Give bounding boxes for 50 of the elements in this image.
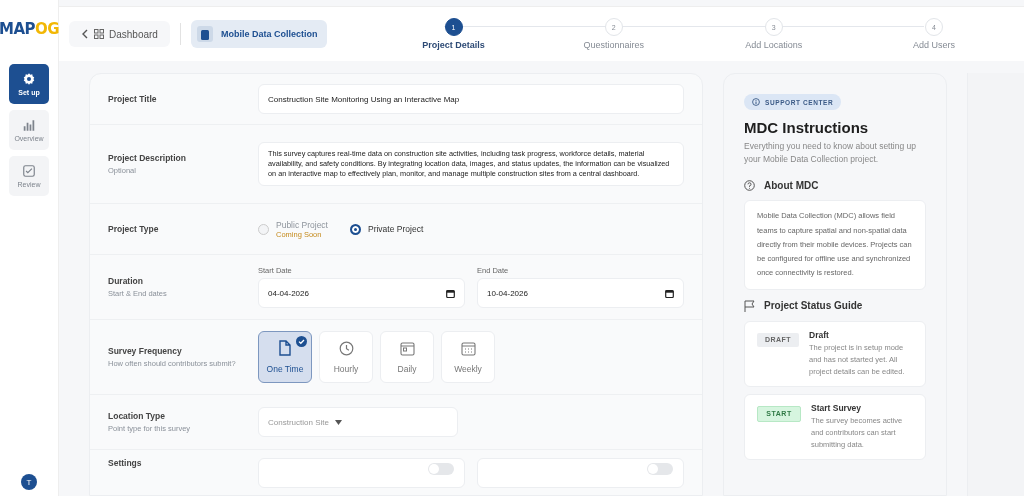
- frequency-option[interactable]: Weekly: [441, 331, 495, 383]
- field-label: Settings: [108, 458, 143, 468]
- section-heading: Project Status Guide: [764, 300, 863, 312]
- date-field[interactable]: 10-04-2026: [477, 278, 684, 308]
- radio-button[interactable]: [349, 223, 361, 235]
- clock-icon: [338, 340, 354, 356]
- calendar-icon: [399, 340, 415, 356]
- gear-icon: [22, 72, 36, 86]
- step-label[interactable]: Questionnaires: [583, 40, 644, 50]
- step-label[interactable]: Add Locations: [745, 40, 803, 50]
- field-label: Project Type: [108, 224, 160, 234]
- logo: MAPOG: [0, 20, 60, 38]
- step-label[interactable]: Add Users: [912, 40, 955, 50]
- status-title: Draft: [809, 329, 830, 340]
- module-tab[interactable]: Mobile Data Collection: [190, 20, 328, 48]
- field-label: Survey Frequency: [108, 346, 183, 356]
- date-field[interactable]: 04-04-2026: [258, 278, 465, 308]
- status-title: Start Survey: [811, 402, 863, 413]
- dashboard-link[interactable]: Dashboard: [69, 21, 170, 47]
- bar-chart-icon: [22, 118, 36, 132]
- info-icon: [752, 98, 760, 106]
- frequency-option[interactable]: Hourly: [319, 331, 373, 383]
- grid-icon: [94, 29, 104, 39]
- document-icon: [278, 340, 292, 356]
- project-title-field[interactable]: Construction Site Monitoring Using an Interactive Map: [258, 84, 684, 114]
- panel-title: MDC Instructions: [744, 119, 870, 136]
- toggle-switch[interactable]: [647, 463, 673, 475]
- frequency-option[interactable]: One Time: [258, 331, 312, 383]
- field-label: Duration: [108, 276, 144, 286]
- calendar-icon: [460, 340, 476, 356]
- clipboard-icon: [200, 28, 209, 40]
- frequency-option[interactable]: Daily: [380, 331, 434, 383]
- checkbox-icon: [22, 164, 36, 178]
- help-circle-icon: [744, 180, 755, 192]
- field-label: Project Description: [108, 153, 187, 163]
- flag-icon: [744, 299, 755, 312]
- calendar-icon: [665, 288, 674, 298]
- user-avatar[interactable]: T: [21, 474, 37, 490]
- radio-option[interactable]: Private Project: [349, 223, 424, 235]
- field-label: Project Title: [108, 94, 158, 104]
- check-badge-icon: [296, 336, 307, 347]
- step-label[interactable]: Project Details: [422, 40, 485, 50]
- caret-down-icon: [334, 419, 342, 425]
- panel-subtitle: Everything you need to know about setting up your Mobile Data Collection project.: [744, 140, 917, 167]
- chevron-left-icon: [81, 29, 89, 39]
- section-heading: About MDC: [764, 180, 819, 192]
- field-label: Location Type: [108, 411, 166, 421]
- location-type-dropdown[interactable]: Construction Site: [258, 407, 458, 437]
- calendar-icon: [446, 288, 455, 298]
- toggle-switch[interactable]: [428, 463, 454, 475]
